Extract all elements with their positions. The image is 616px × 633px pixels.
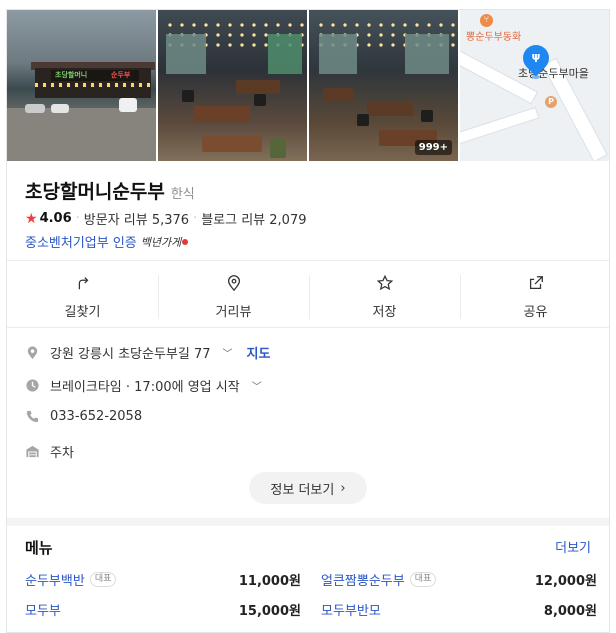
- directions-icon: [78, 277, 88, 290]
- separator-dot: ·: [75, 211, 80, 226]
- hours-text: 브레이크타임 · 17:00에 영업 시작: [50, 380, 240, 395]
- menu-item-name: 모두부: [25, 604, 61, 619]
- star-icon: [376, 274, 393, 291]
- divider: [7, 327, 609, 328]
- menu-item[interactable]: 순두부백반 대표 11,000원: [25, 570, 301, 589]
- menu-item-name: 순두부백반: [25, 574, 85, 589]
- photo-interior-1[interactable]: [158, 10, 307, 161]
- map-label-poi: 뽕순두부동화: [466, 32, 522, 43]
- more-info-button[interactable]: 정보 더보기 ›: [249, 472, 367, 504]
- photo-strip: 초당할머니 순두부 999+ ⑂ 뽕순두부동화 초당순두부마을 ψ P: [7, 10, 609, 161]
- address-text: 강원 강릉시 초당순두부길 77: [50, 347, 211, 362]
- title-row: 초당할머니순두부 한식: [25, 177, 195, 204]
- menu-item-price: 12,000원: [534, 574, 597, 589]
- street-view-button[interactable]: 거리뷰: [158, 267, 309, 327]
- parking-poi-icon: P: [545, 96, 557, 108]
- menu-item-name: 모두부반모: [321, 604, 381, 619]
- chair-shape: [421, 110, 433, 122]
- section-divider: [7, 518, 609, 526]
- parking-garage-icon: [26, 445, 39, 458]
- window-shape: [268, 34, 302, 74]
- map-thumbnail[interactable]: ⑂ 뽕순두부동화 초당순두부마을 ψ P: [460, 10, 609, 161]
- address-pin-icon: [27, 346, 38, 360]
- place-card: 초당할머니 순두부 999+ ⑂ 뽕순두부동화 초당순두부마을 ψ P 초당할머…: [6, 9, 610, 633]
- clock-icon: [26, 379, 39, 392]
- chair-shape: [270, 138, 286, 158]
- table-shape: [202, 136, 262, 152]
- string-lights: [35, 83, 151, 87]
- action-label: 저장: [372, 305, 397, 320]
- divider: [7, 260, 609, 261]
- photo-count-badge: 999+: [414, 140, 452, 155]
- representative-badge: 대표: [89, 572, 117, 587]
- action-label: 길찾기: [64, 305, 101, 320]
- share-icon: [529, 276, 543, 290]
- rating-value: 4.06: [39, 211, 72, 226]
- directions-button[interactable]: 길찾기: [7, 267, 158, 327]
- certification-link[interactable]: 중소벤처기업부 인증: [25, 232, 137, 251]
- photo-exterior[interactable]: 초당할머니 순두부: [7, 10, 156, 161]
- chair-shape: [182, 90, 194, 102]
- sign-text-red: 순두부: [111, 71, 131, 79]
- location-pin-icon: [227, 275, 240, 292]
- table-shape: [323, 88, 353, 102]
- share-button[interactable]: 공유: [460, 267, 609, 327]
- star-rating-icon: ★: [25, 210, 38, 227]
- parking-lot: [7, 108, 156, 161]
- utensils-icon: ψ: [531, 50, 541, 63]
- menu-more-link[interactable]: 더보기: [555, 537, 591, 556]
- car-shape: [25, 104, 45, 113]
- century-store-logo: 백년가게: [140, 235, 182, 249]
- chair-shape: [254, 94, 266, 106]
- separator-dot: ·: [193, 211, 198, 226]
- place-category: 한식: [170, 187, 195, 202]
- more-info-label: 정보 더보기: [270, 482, 335, 498]
- chevron-down-icon: ﹀: [251, 382, 262, 393]
- window-shape: [405, 34, 449, 74]
- restaurant-poi-icon: ⑂: [480, 14, 493, 27]
- representative-badge: 대표: [409, 572, 437, 587]
- sign-text-green: 초당할머니: [55, 71, 88, 79]
- menu-title: 메뉴: [25, 539, 53, 557]
- car-shape: [119, 98, 137, 112]
- menu-item[interactable]: 모두부 15,000원: [25, 600, 301, 619]
- chevron-down-icon[interactable]: ﹀: [223, 345, 233, 360]
- phone-icon: [26, 410, 39, 423]
- action-label: 공유: [523, 305, 548, 320]
- map-link[interactable]: 지도: [247, 343, 271, 362]
- menu-item[interactable]: 모두부반모 8,000원: [321, 600, 597, 619]
- place-title: 초당할머니순두부: [25, 181, 165, 203]
- badge-dot-icon: [182, 238, 189, 245]
- visitor-reviews-link[interactable]: 방문자 리뷰 5,376: [84, 209, 189, 228]
- car-shape: [51, 104, 69, 113]
- chevron-right-icon: ›: [340, 480, 346, 496]
- table-shape: [367, 102, 413, 116]
- window-shape: [319, 34, 357, 74]
- action-bar: 길찾기 거리뷰 저장 공유: [7, 267, 609, 327]
- parking-row: 주차: [25, 442, 74, 461]
- hours-row[interactable]: 브레이크타임 · 17:00에 영업 시작 ﹀: [25, 376, 262, 395]
- menu-item-price: 15,000원: [238, 604, 301, 619]
- menu-item[interactable]: 얼큰짬뽕순두부 대표 12,000원: [321, 570, 597, 589]
- map-road: [460, 106, 540, 150]
- photo-interior-2[interactable]: 999+: [309, 10, 458, 161]
- menu-item-name: 얼큰짬뽕순두부: [321, 574, 405, 589]
- certification-row: 중소벤처기업부 인증 백년가게: [25, 232, 189, 251]
- action-label: 거리뷰: [215, 305, 252, 320]
- blog-reviews-link[interactable]: 블로그 리뷰 2,079: [201, 209, 306, 228]
- phone-number[interactable]: 033-652-2058: [50, 409, 142, 424]
- save-button[interactable]: 저장: [309, 267, 460, 327]
- review-stats: ★ 4.06 · 방문자 리뷰 5,376 · 블로그 리뷰 2,079: [25, 209, 306, 229]
- parking-text: 주차: [50, 446, 74, 461]
- window-shape: [166, 34, 206, 74]
- address-row: 강원 강릉시 초당순두부길 77 ﹀ 지도: [25, 343, 270, 362]
- table-shape: [236, 80, 280, 94]
- menu-item-price: 8,000원: [543, 604, 597, 619]
- table-shape: [194, 106, 250, 122]
- menu-item-price: 11,000원: [238, 574, 301, 589]
- chair-shape: [357, 114, 369, 126]
- phone-row: 033-652-2058: [25, 409, 142, 424]
